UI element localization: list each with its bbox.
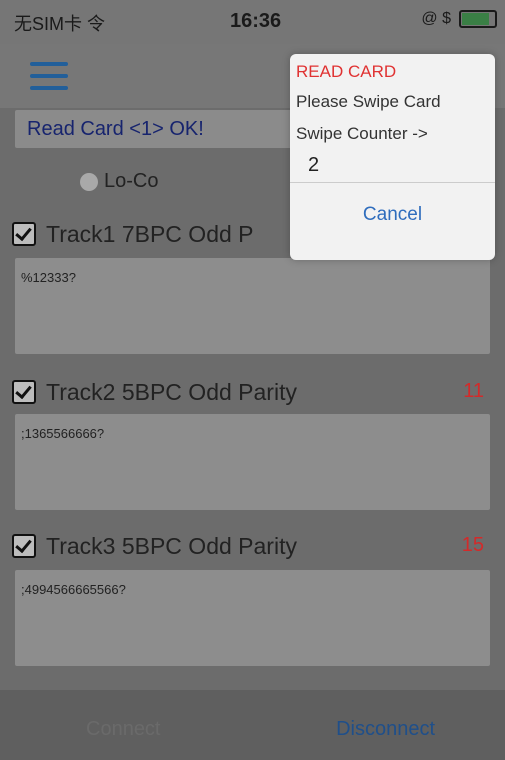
track3-label: Track3 5BPC Odd Parity — [46, 532, 297, 559]
track2-row[interactable]: Track2 5BPC Odd Parity 11 — [12, 374, 492, 410]
track2-data: ;1365566666? — [15, 414, 490, 510]
track2-checkbox[interactable] — [12, 380, 36, 404]
radio-icon — [80, 172, 98, 191]
lo-co-radio[interactable]: Lo-Co — [80, 170, 158, 193]
dialog-message: Please Swipe Card — [296, 92, 441, 111]
swipe-counter-value: 2 — [308, 154, 320, 176]
track2-data-text: ;1365566666? — [21, 426, 105, 441]
dialog-divider — [290, 182, 495, 183]
track1-data-text: %12333? — [21, 270, 76, 285]
cancel-button[interactable]: Cancel — [290, 204, 495, 226]
status-icons: @ $ — [421, 10, 451, 27]
track3-checkbox[interactable] — [12, 534, 36, 558]
track2-label: Track2 5BPC Odd Parity — [46, 378, 297, 405]
track3-row[interactable]: Track3 5BPC Odd Parity 15 — [12, 528, 492, 564]
track3-data: ;4994566665566? — [15, 570, 490, 666]
track1-checkbox[interactable] — [12, 222, 36, 246]
battery-icon — [459, 10, 497, 28]
disconnect-button[interactable]: Disconnect — [336, 718, 435, 741]
lo-co-label: Lo-Co — [104, 170, 159, 192]
status-bar: 无SIM卡 令 16:36 @ $ — [0, 0, 505, 44]
menu-icon[interactable] — [30, 62, 68, 90]
battery-fill — [462, 13, 490, 25]
read-status-text: Read Card <1> OK! — [27, 118, 204, 140]
bottom-bar: Connect Disconnect — [0, 690, 505, 760]
status-time: 16:36 — [230, 10, 282, 32]
dialog-title: READ CARD — [296, 62, 397, 81]
track3-data-text: ;4994566665566? — [21, 582, 126, 597]
track2-count: 11 — [463, 380, 484, 402]
read-card-dialog: READ CARD Please Swipe Card Swipe Counte… — [290, 54, 495, 260]
swipe-counter-label: Swipe Counter -> — [296, 124, 428, 143]
carrier-text: 无SIM卡 令 — [14, 14, 106, 34]
track1-data: %12333? — [15, 258, 490, 354]
track1-label: Track1 7BPC Odd P — [46, 220, 254, 247]
status-right: @ $ — [421, 10, 497, 28]
track3-count: 15 — [461, 534, 484, 556]
connect-button[interactable]: Connect — [86, 718, 161, 741]
